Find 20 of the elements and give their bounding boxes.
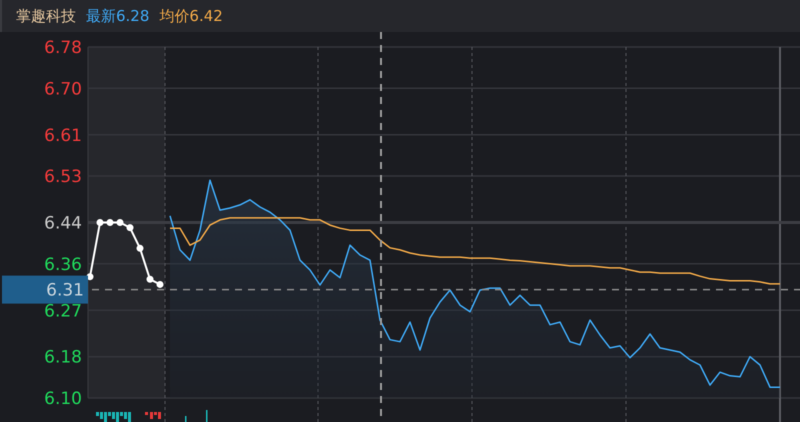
axis-label: 6.44 <box>44 214 82 234</box>
axis-label: 6.78 <box>44 38 82 58</box>
point <box>136 244 144 252</box>
point <box>146 276 154 283</box>
point <box>156 280 164 288</box>
axis-label: 6.10 <box>44 389 82 409</box>
stock-name: 掌趣科技 <box>16 6 76 26</box>
average-price: 均价6.42 <box>159 6 223 26</box>
price-tag-label: 6.31 <box>46 280 84 301</box>
axis-label: 6.53 <box>44 167 82 188</box>
axis-label: 6.61 <box>44 126 82 146</box>
axis-label: 6.70 <box>44 79 82 100</box>
axis-label: 6.27 <box>44 301 82 322</box>
point <box>96 219 104 226</box>
point <box>126 224 134 232</box>
axis-label: 6.36 <box>44 254 82 275</box>
axis-label: 6.18 <box>44 348 82 368</box>
point <box>116 219 124 226</box>
latest-price: 最新6.28 <box>86 6 150 26</box>
point <box>106 219 114 226</box>
